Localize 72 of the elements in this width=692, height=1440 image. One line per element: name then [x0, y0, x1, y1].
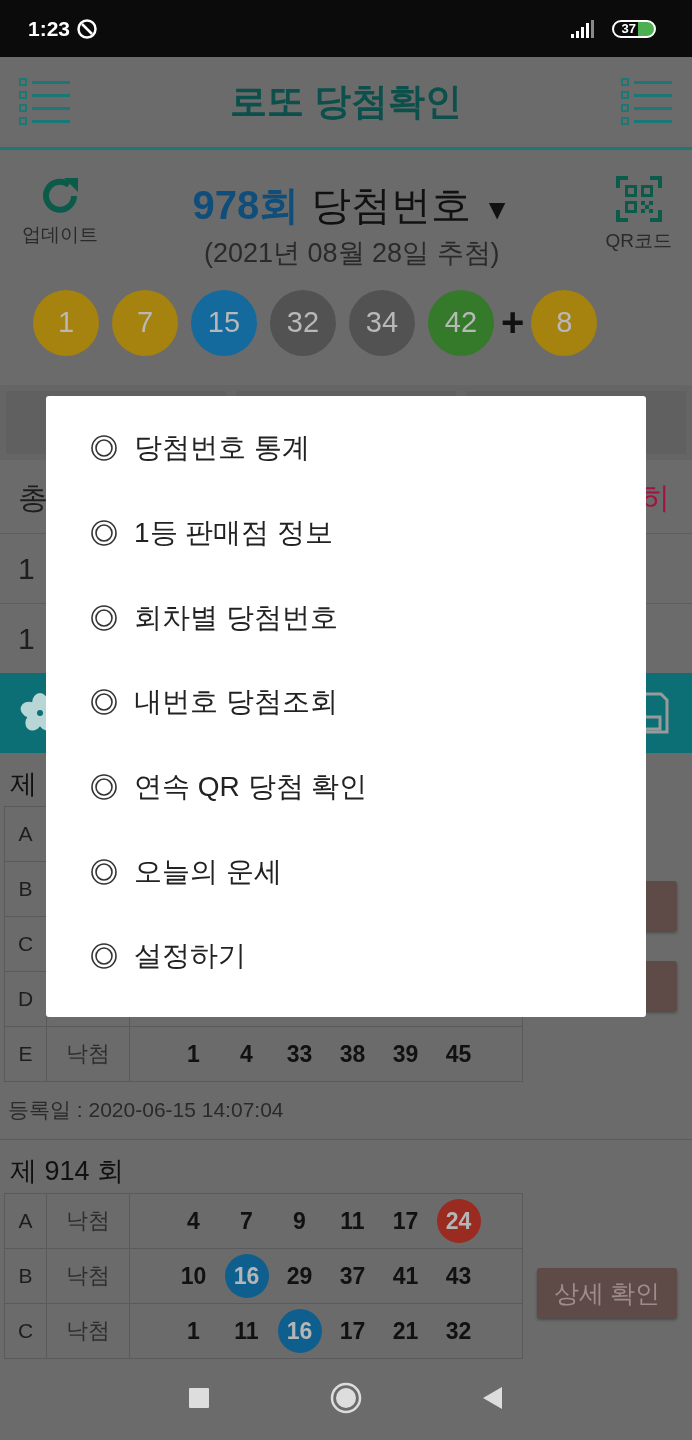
number: 41: [391, 1261, 420, 1291]
number: 9: [292, 1206, 307, 1236]
registered-date: 등록일 : 2020-06-15 14:07:04: [7, 1097, 285, 1123]
round-label: 당첨번호: [311, 182, 472, 229]
number: 33: [285, 1039, 314, 1069]
recent-apps-icon[interactable]: [188, 1387, 210, 1409]
table-cell: C: [5, 1304, 47, 1358]
table-cell: 낙첨: [47, 1194, 130, 1248]
number: 4: [186, 1206, 201, 1236]
home-icon[interactable]: [330, 1382, 362, 1414]
table-cell: 낙첨: [47, 1249, 130, 1303]
bonus-ball: 8: [531, 289, 598, 356]
lotto-ball: 7: [112, 289, 178, 356]
number: 21: [391, 1316, 420, 1346]
number: 43: [444, 1261, 473, 1291]
round-number: 978회: [192, 182, 300, 229]
menu-item[interactable]: 회차별 당첨번호: [134, 598, 338, 637]
double-circle-icon: [90, 434, 118, 463]
number: 4: [239, 1039, 254, 1069]
number: 32: [444, 1316, 473, 1346]
number: 7: [239, 1206, 254, 1236]
number: 1: [186, 1316, 201, 1346]
round-heading: 제 914 회: [10, 1155, 125, 1188]
number: 29: [285, 1261, 314, 1291]
number: 38: [338, 1039, 367, 1069]
menu-item[interactable]: 설정하기: [134, 937, 246, 976]
dropdown-arrow[interactable]: ▼: [483, 194, 511, 226]
double-circle-icon: [90, 519, 118, 548]
number: 37: [338, 1261, 367, 1291]
double-circle-icon: [90, 857, 118, 886]
number: 39: [391, 1039, 420, 1069]
menu-item[interactable]: 당첨번호 통계: [134, 429, 310, 468]
number: 11: [233, 1316, 260, 1346]
matched-number: 16: [224, 1254, 269, 1298]
menu-item[interactable]: 오늘의 운세: [134, 852, 282, 891]
number: 11: [339, 1206, 366, 1236]
number: 17: [391, 1206, 420, 1236]
number: 45: [444, 1039, 473, 1069]
number: 1: [186, 1039, 201, 1069]
battery-indicator: 37: [611, 19, 656, 38]
info-text: 1: [18, 621, 35, 656]
do-not-disturb-icon: [76, 17, 99, 40]
number: 10: [179, 1261, 208, 1291]
table-cell: 낙첨: [47, 1027, 130, 1081]
menu-item[interactable]: 내번호 당첨조회: [134, 683, 338, 722]
app-title: 로또 당첨확인: [229, 80, 463, 124]
lotto-ball: 32: [270, 289, 336, 356]
double-circle-icon: [90, 603, 118, 632]
matched-number: 16: [277, 1309, 322, 1353]
info-text: 총: [18, 480, 48, 516]
back-icon[interactable]: [482, 1386, 504, 1410]
menu-item[interactable]: 연속 QR 당첨 확인: [134, 768, 368, 807]
double-circle-icon: [90, 773, 118, 802]
draw-date: (2021년 08월 28일 추첨): [203, 237, 500, 270]
lotto-ball: 34: [349, 289, 415, 356]
plus-sign: +: [501, 300, 525, 345]
table-cell: B: [5, 1249, 47, 1303]
number: 17: [338, 1316, 367, 1346]
lotto-ball: 15: [191, 289, 257, 356]
menu-item[interactable]: 1등 판매점 정보: [134, 514, 334, 553]
table-cell: 낙첨: [47, 1304, 130, 1358]
round-heading: 제: [10, 768, 37, 801]
status-time: 1:23: [28, 16, 71, 41]
table-cell: E: [5, 1027, 47, 1081]
lotto-ball: 42: [428, 289, 494, 356]
double-circle-icon: [90, 942, 118, 971]
lotto-ball: 1: [33, 289, 99, 356]
signal-icon: [569, 18, 596, 39]
info-text: 1: [18, 551, 35, 586]
double-circle-icon: [90, 688, 118, 717]
table-cell: A: [5, 1194, 47, 1248]
matched-number: 24: [436, 1199, 481, 1243]
